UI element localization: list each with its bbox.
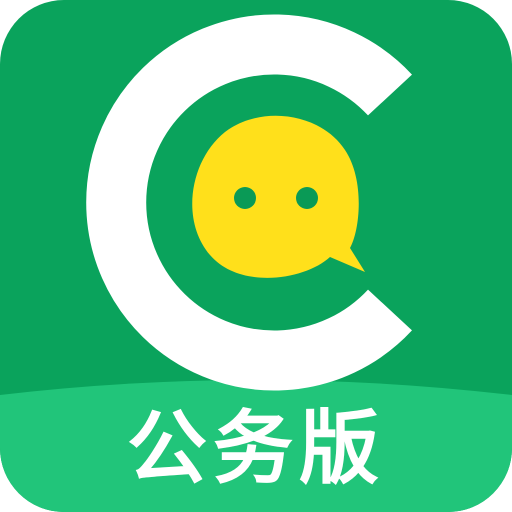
app-icon[interactable]: 公务版 <box>0 0 512 512</box>
bubble-eye-right <box>296 187 318 209</box>
edition-label: 公务版 <box>127 401 385 495</box>
bubble-eye-left <box>234 187 256 209</box>
